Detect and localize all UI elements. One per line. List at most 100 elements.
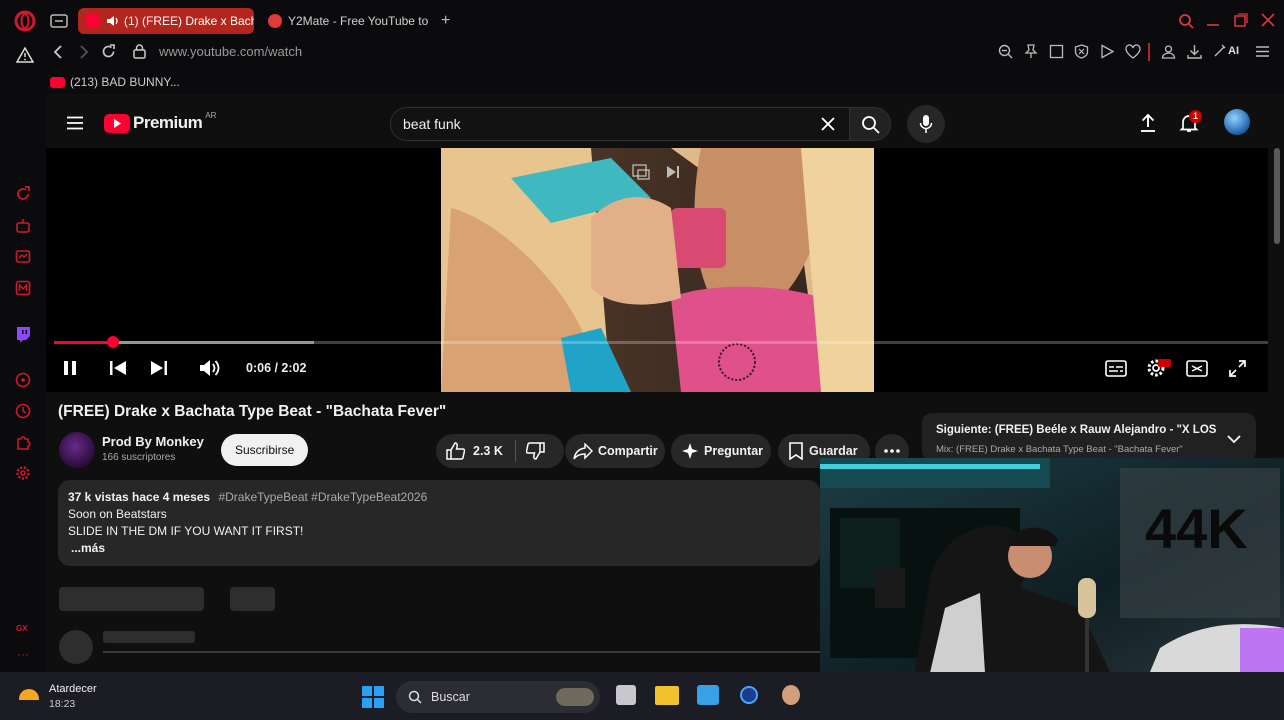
back-icon[interactable] xyxy=(52,45,64,59)
workspaces-icon[interactable] xyxy=(50,13,68,29)
sidebar-twitch-icon[interactable] xyxy=(15,326,31,342)
like-button[interactable] xyxy=(446,442,465,460)
sidebar-refresh-icon[interactable] xyxy=(15,186,31,202)
volume-button[interactable] xyxy=(199,358,221,378)
chevron-down-icon[interactable] xyxy=(1227,435,1241,444)
pinned-app-icon[interactable] xyxy=(782,685,800,705)
screen-app-icon[interactable] xyxy=(697,685,719,705)
pause-button[interactable] xyxy=(62,359,78,377)
y2mate-favicon-icon xyxy=(268,14,282,28)
weather-sun-icon[interactable] xyxy=(16,684,42,708)
progress-bar[interactable] xyxy=(54,336,1268,348)
sidebar-history-icon[interactable] xyxy=(15,403,31,419)
tab-youtube[interactable]: (1) (FREE) Drake x Bach xyxy=(78,8,254,34)
theater-mode-button[interactable] xyxy=(1186,360,1208,377)
sidebar-messages-icon[interactable] xyxy=(15,249,31,265)
new-tab-plus-icon[interactable]: + xyxy=(441,13,450,29)
channel-name[interactable]: Prod By Monkey xyxy=(102,434,204,449)
file-explorer-icon[interactable] xyxy=(655,686,679,705)
bookmark-label: (213) BAD BUNNY... xyxy=(70,75,180,89)
browser-tab-bar: (1) (FREE) Drake x Bach Y2Mate - Free Yo… xyxy=(0,0,1284,42)
heart-icon[interactable] xyxy=(1125,44,1141,59)
tab-y2mate[interactable]: Y2Mate - Free YouTube to xyxy=(260,8,430,34)
like-divider xyxy=(514,440,516,462)
pin-icon[interactable] xyxy=(1024,44,1038,59)
weather-time: 18:23 xyxy=(49,698,76,710)
minimize-icon[interactable] xyxy=(1206,12,1220,28)
play-flow-icon[interactable] xyxy=(1100,44,1114,59)
channel-avatar[interactable] xyxy=(59,432,95,468)
miniplayer-icon[interactable] xyxy=(632,164,650,180)
description-box[interactable]: 37 k vistas hace 4 meses #DrakeTypeBeat … xyxy=(58,480,820,566)
fullscreen-button[interactable] xyxy=(1229,360,1246,377)
lock-icon[interactable] xyxy=(133,44,146,59)
clear-search-icon[interactable] xyxy=(821,117,835,131)
browser-app-icon[interactable] xyxy=(740,686,758,704)
theater-icon xyxy=(1186,360,1208,377)
task-view-icon[interactable] xyxy=(616,685,636,705)
skip-overlay-icon[interactable] xyxy=(666,165,680,179)
scrollbar-thumb[interactable] xyxy=(1274,148,1280,244)
sidebar-player-icon[interactable] xyxy=(15,372,31,388)
maximize-icon[interactable] xyxy=(1234,13,1248,27)
subscribe-button[interactable]: Suscribirse xyxy=(221,434,309,466)
view-count-date: 37 k vistas hace 4 meses xyxy=(68,490,211,504)
warning-icon[interactable] xyxy=(16,47,34,63)
previous-button[interactable] xyxy=(109,360,127,376)
previous-icon xyxy=(110,361,126,375)
upload-icon[interactable] xyxy=(1139,113,1157,133)
sidebar-gx-icon[interactable]: GX xyxy=(16,624,28,633)
search-icon xyxy=(861,115,880,134)
sidebar-more-icon[interactable]: ··· xyxy=(17,648,29,660)
easy-setup-menu-icon[interactable] xyxy=(1255,45,1270,58)
more-horizontal-icon xyxy=(884,449,900,453)
avatar[interactable] xyxy=(1224,109,1250,135)
account-icon[interactable] xyxy=(1161,44,1176,59)
comment-avatar-placeholder xyxy=(59,630,93,664)
shield-icon[interactable] xyxy=(1074,44,1089,59)
close-window-icon[interactable] xyxy=(1261,13,1275,27)
opera-sidebar: GX ··· xyxy=(0,94,46,672)
comment-input-underline xyxy=(103,651,820,653)
search-tabs-icon[interactable] xyxy=(1178,13,1194,29)
guide-menu-icon[interactable] xyxy=(66,116,84,130)
youtube-premium-logo[interactable]: Premium AR xyxy=(104,111,216,133)
fullscreen-icon xyxy=(1229,360,1246,377)
notifications-button[interactable]: 1 xyxy=(1179,110,1202,133)
aria-ai-button[interactable]: AI xyxy=(1213,43,1239,58)
sidebar-extensions-icon[interactable] xyxy=(15,434,31,450)
ask-button[interactable]: Preguntar xyxy=(671,434,771,468)
search-input[interactable]: beat funk xyxy=(390,107,850,141)
sidebar-m-icon[interactable] xyxy=(15,280,31,296)
next-button[interactable] xyxy=(150,360,168,376)
sidebar-settings-icon[interactable] xyxy=(15,465,31,481)
bookmark-bad-bunny[interactable]: (213) BAD BUNNY... xyxy=(50,75,180,89)
speaker-icon[interactable] xyxy=(106,15,120,27)
youtube-bookmark-icon xyxy=(50,76,65,88)
up-next-panel[interactable]: Siguiente: (FREE) Beéle x Rauw Alejandro… xyxy=(922,413,1256,461)
opera-logo-icon[interactable] xyxy=(14,10,36,32)
ai-label: AI xyxy=(1228,44,1239,57)
show-more-link[interactable]: ...más xyxy=(71,541,105,555)
settings-button[interactable] xyxy=(1145,357,1171,379)
hashtags[interactable]: #DrakeTypeBeat #DrakeTypeBeat2026 xyxy=(218,490,427,504)
forward-icon[interactable] xyxy=(78,45,90,59)
zoom-out-icon[interactable] xyxy=(998,44,1013,59)
share-label: Compartir xyxy=(598,444,658,458)
taskbar-search-placeholder: Buscar xyxy=(431,690,470,704)
download-icon[interactable] xyxy=(1187,44,1202,59)
search-button[interactable] xyxy=(849,107,891,141)
share-button[interactable]: Compartir xyxy=(565,434,665,468)
hd-badge xyxy=(1158,359,1171,367)
windows-start-icon[interactable] xyxy=(362,686,384,708)
url-text[interactable]: www.youtube.com/watch xyxy=(159,44,302,59)
pause-icon xyxy=(64,361,76,375)
sidebar-bot-icon[interactable] xyxy=(15,218,31,234)
voice-search-button[interactable] xyxy=(907,105,945,143)
subtitles-button[interactable] xyxy=(1105,360,1127,377)
dislike-button[interactable] xyxy=(525,442,545,460)
weather-label[interactable]: Atardecer xyxy=(49,683,97,695)
reload-icon[interactable] xyxy=(101,44,116,59)
taskbar-search[interactable]: Buscar xyxy=(396,681,600,713)
snapshot-icon[interactable] xyxy=(1049,44,1064,59)
